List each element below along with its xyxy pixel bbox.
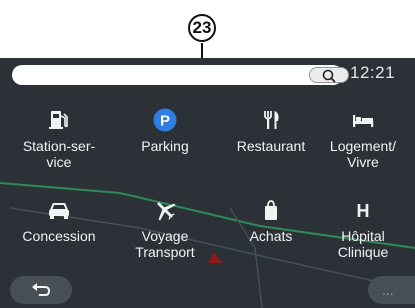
category-hopital[interactable]: H Hôpital Clinique <box>311 198 415 260</box>
category-label: Achats <box>249 228 293 244</box>
category-concession[interactable]: Concession <box>7 198 111 244</box>
category-parking[interactable]: P Parking <box>113 108 217 154</box>
back-button[interactable] <box>10 276 72 304</box>
car-icon <box>49 203 69 219</box>
status-clock: 12:21 <box>350 63 396 82</box>
search-input[interactable] <box>12 65 349 85</box>
search-button[interactable] <box>309 67 349 83</box>
callout-number: 23 <box>192 18 212 37</box>
hospital-h-icon: H <box>357 201 370 221</box>
shopping-bag-icon <box>265 200 277 220</box>
category-station-service[interactable]: Station-ser- vice <box>7 108 111 170</box>
parking-icon: P <box>153 108 177 132</box>
map-background <box>0 182 415 308</box>
fork-knife-icon <box>264 111 279 129</box>
back-arrow-icon <box>32 283 51 296</box>
category-label: Parking <box>141 138 189 154</box>
fuel-pump-icon <box>49 111 68 129</box>
svg-text:H: H <box>357 201 370 221</box>
more-options-button[interactable]: ... <box>368 276 415 304</box>
category-restaurant[interactable]: Restaurant <box>219 108 323 154</box>
svg-text:P: P <box>160 113 170 130</box>
category-label: Logement/ Vivre <box>329 138 397 170</box>
category-achats[interactable]: Achats <box>219 198 323 244</box>
category-label: Station-ser- vice <box>22 138 96 170</box>
category-label: Voyage Transport <box>135 228 195 260</box>
airplane-icon <box>157 202 176 221</box>
bed-icon <box>353 115 374 127</box>
category-label: Hôpital Clinique <box>337 228 389 260</box>
search-icon <box>322 69 336 83</box>
callout-marker: 23 <box>187 13 217 43</box>
category-label: Concession <box>22 228 96 244</box>
category-voyage-transport[interactable]: Voyage Transport <box>113 198 217 260</box>
navigation-screen: 12:21 Station-ser- vice P Parking Restau… <box>0 58 415 308</box>
category-label: Restaurant <box>236 138 306 154</box>
category-logement[interactable]: Logement/ Vivre <box>311 108 415 170</box>
